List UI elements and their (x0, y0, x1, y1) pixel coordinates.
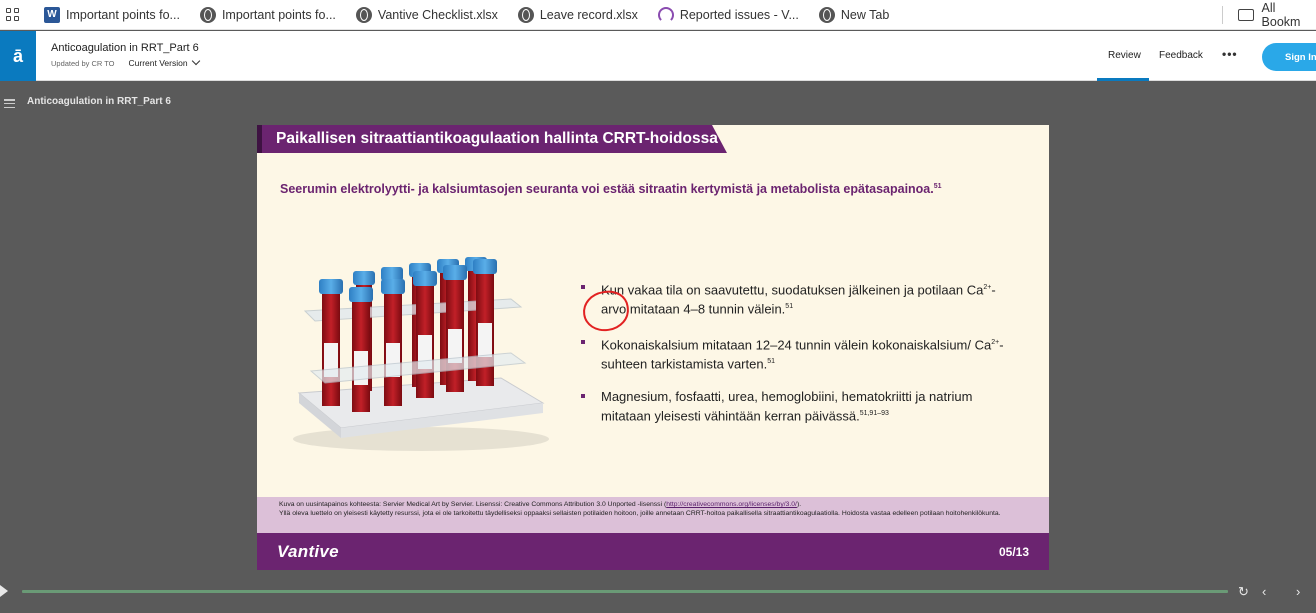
globe-icon (355, 6, 372, 23)
bookmark-item[interactable]: Vantive Checklist.xlsx (355, 6, 498, 23)
sign-in-button[interactable]: Sign In (1262, 43, 1316, 71)
app-header: ā Anticoagulation in RRT_Part 6 Updated … (0, 31, 1316, 81)
bookmark-label: Reported issues - V... (679, 7, 799, 22)
bookmark-item[interactable]: W Important points fo... (44, 6, 180, 23)
all-bookmarks-button[interactable]: All Bookm (1238, 0, 1316, 30)
progress-bar[interactable] (22, 590, 1228, 593)
slide-title: Paikallisen sitraattiantikoagulaation ha… (276, 130, 718, 147)
footnote: Kuva on uusintapainos kohteesta: Servier… (257, 497, 1049, 533)
all-bookmarks-label: All Bookm (1261, 1, 1301, 29)
bullet-item: Magnesium, fosfaatti, urea, hemoglobiini… (579, 388, 1019, 424)
bookmark-item[interactable]: Important points fo... (199, 6, 336, 23)
folder-icon (1238, 9, 1254, 21)
footnote-line-1: Kuva on uusintapainos kohteesta: Servier… (279, 501, 1049, 510)
bullet-text: Kokonaiskalsium mitataan 12–24 tunnin vä… (601, 336, 992, 352)
slide-footer: Vantive 05/13 (257, 533, 1049, 570)
bookmark-label: New Tab (840, 7, 890, 22)
arc-icon (657, 6, 674, 23)
bookmark-label: Vantive Checklist.xlsx (377, 7, 498, 22)
bookmark-item[interactable]: Leave record.xlsx (517, 6, 638, 23)
subtitle-text: Seerumin elektrolyytti- ja kalsiumtasoje… (280, 182, 934, 196)
bullet-text: Kun vakaa tila on saavutettu, suodatukse… (601, 282, 984, 298)
version-label: Current Version (128, 58, 188, 68)
bullet-text: Magnesium, fosfaatti, urea, hemoglobiini… (601, 389, 973, 424)
slide-subtitle: Seerumin elektrolyytti- ja kalsiumtasoje… (280, 182, 942, 196)
bookmark-label: Important points fo... (221, 7, 336, 22)
play-icon[interactable] (0, 585, 8, 597)
slide: Paikallisen sitraattiantikoagulaation ha… (257, 125, 1049, 570)
bookmark-label: Important points fo... (66, 7, 180, 22)
document-title: Anticoagulation in RRT_Part 6 (51, 42, 199, 54)
replay-icon[interactable]: ↻ (1238, 584, 1249, 600)
globe-icon (199, 6, 216, 23)
footnote-text: Kuva on uusintapainos kohteesta: Servier… (279, 501, 667, 508)
bookmark-item[interactable]: New Tab (818, 6, 890, 23)
slide-page-number: 05/13 (998, 545, 1029, 559)
bookmarks-bar: W Important points fo... Important point… (0, 0, 1316, 30)
brand-logo: Vantive (277, 542, 339, 561)
bullet-reference: 51 (767, 357, 775, 365)
menu-icon[interactable] (4, 99, 15, 108)
footnote-line-2: Yllä oleva luettelo on yleisesti käytett… (279, 509, 1001, 517)
title-accent (257, 125, 262, 153)
bookmark-item[interactable]: Reported issues - V... (657, 6, 799, 23)
subtitle-reference: 51 (933, 182, 942, 190)
globe-icon (818, 6, 835, 23)
footnote-text: ). (796, 501, 802, 508)
bullet-reference: 51 (785, 303, 794, 311)
license-link[interactable]: http://creativecommons.org/licenses/by/3… (666, 501, 797, 508)
bullet-list: Kun vakaa tila on saavutettu, suodatukse… (579, 279, 1019, 441)
blood-tube-rack-image (293, 257, 549, 451)
previous-slide-icon[interactable]: ‹ (1262, 584, 1266, 599)
tab-review[interactable]: Review (1108, 50, 1141, 61)
bullet-reference: 51,91–93 (859, 410, 889, 418)
player-title: Anticoagulation in RRT_Part 6 (27, 96, 171, 107)
app-logo-icon[interactable]: ā (0, 31, 36, 81)
apps-grid-icon[interactable] (6, 7, 20, 22)
bookmark-label: Leave record.xlsx (539, 7, 638, 22)
updated-by: Updated by CR TO (51, 58, 115, 68)
more-options-icon[interactable]: ••• (1222, 47, 1238, 61)
chevron-down-icon (191, 56, 200, 66)
word-icon: W (44, 6, 60, 23)
version-dropdown[interactable]: Current Version (128, 56, 200, 68)
document-meta: Updated by CR TO Current Version (51, 56, 200, 68)
bullet-item: Kokonaiskalsium mitataan 12–24 tunnin vä… (579, 334, 1019, 373)
tab-feedback[interactable]: Feedback (1159, 50, 1203, 61)
bullet-item: Kun vakaa tila on saavutettu, suodatukse… (579, 279, 1019, 318)
globe-icon (517, 6, 534, 23)
active-tab-indicator (1097, 78, 1149, 81)
bullet-superscript: 2+ (991, 338, 1000, 346)
bookmarks-divider (1222, 6, 1223, 24)
next-slide-icon[interactable]: › (1296, 584, 1300, 599)
